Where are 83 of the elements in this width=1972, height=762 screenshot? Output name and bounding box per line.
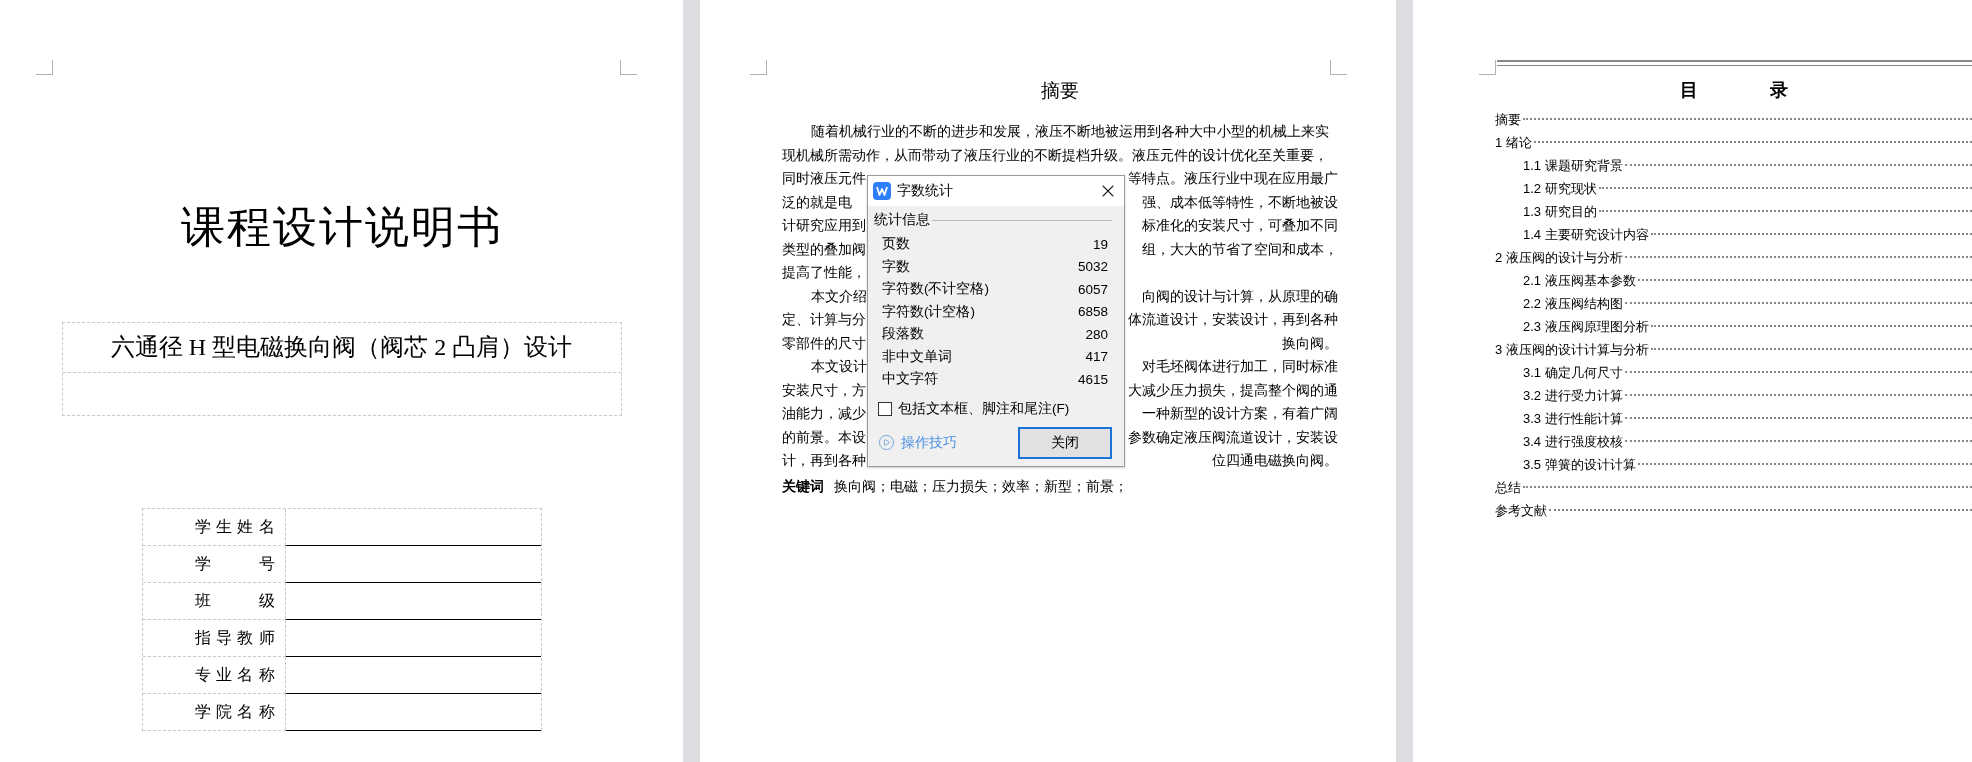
corner-mark: [1330, 60, 1347, 75]
stat-label: 字数: [882, 257, 910, 276]
table-cell: 六通径 H 型电磁换向阀（阀芯 2 凸肩）设计: [62, 323, 621, 373]
toc-entry[interactable]: 1.3 研究目的: [1523, 200, 1597, 223]
play-icon: [878, 434, 895, 451]
field-label: 专业名称: [194, 664, 275, 685]
paragraph-text: 现机械所需动作，从而带动了液压行业的不断提档升级。液压元件的设计优化至关重要，: [782, 145, 1328, 165]
document-title: 课程设计说明书: [180, 201, 503, 253]
paragraph-text: 标准化的安装尺寸，可叠加不同: [1142, 216, 1338, 235]
paragraph-text: 类型的叠加阀: [782, 239, 866, 259]
corner-mark: [1479, 60, 1496, 75]
toc-entry[interactable]: 1.4 主要研究设计内容: [1523, 223, 1649, 246]
paragraph-text: 油能力，减少: [782, 404, 866, 423]
toc-entry[interactable]: 3.5 弹簧的设计计算: [1523, 453, 1636, 476]
paragraph-text: 随着机械行业的不断的进步和发展，液压不断地被运用到各种大中小型的机械上来实: [810, 122, 1329, 141]
paragraph-text: 大减少压力损失，提高整个阀的通: [1128, 380, 1338, 400]
stat-value: 6858: [1077, 304, 1108, 320]
field-label: 班级: [194, 590, 275, 611]
toc-entry[interactable]: 3.1 确定几何尺寸: [1523, 361, 1623, 384]
paragraph-text: 零部件的尺寸: [782, 333, 866, 353]
toc-entry[interactable]: 1.1 课题研究背景: [1523, 154, 1623, 177]
stat-label: 非中文单词: [882, 347, 952, 366]
toc-entry[interactable]: 3 液压阀的设计计算与分析: [1495, 338, 1649, 361]
corner-mark: [36, 60, 53, 75]
corner-mark: [750, 60, 767, 75]
toc-entry[interactable]: 2 液压阀的设计与分析: [1495, 246, 1623, 269]
field-label: 学院名称: [194, 701, 275, 722]
section-heading: 摘要: [1040, 79, 1080, 103]
close-button[interactable]: 关闭: [1018, 426, 1112, 459]
toc-entry[interactable]: 3.4 进行强度校核: [1523, 430, 1623, 453]
stat-label: 字符数(不计空格): [882, 280, 989, 299]
keywords-label: 关键词: [782, 476, 824, 496]
paragraph-text: 体流道设计，安装设计，再到各种: [1128, 310, 1338, 329]
stat-label: 页数: [882, 235, 910, 254]
checkbox-label: 包括文本框、脚注和尾注(F): [898, 399, 1070, 418]
stat-value: 5032: [1077, 259, 1108, 275]
toc-entry[interactable]: 总结: [1495, 476, 1521, 499]
toc-entry[interactable]: 参考文献: [1495, 499, 1547, 522]
checkbox[interactable]: [878, 401, 892, 416]
paragraph-text: 计，再到各种: [782, 451, 866, 470]
toc-entry[interactable]: 3.2 进行受力计算: [1523, 384, 1623, 407]
paragraph-text: 换向阀。: [1282, 333, 1338, 353]
toc-entry[interactable]: 1.2 研究现状: [1523, 177, 1597, 200]
paragraph-text: 本文介绍: [810, 286, 867, 306]
toc-entry[interactable]: 2.3 液压阀原理图分析: [1523, 315, 1649, 338]
paragraph-text: 同时液压元件: [782, 169, 866, 188]
stat-value: 6057: [1077, 281, 1108, 297]
keywords-text: 换向阀；电磁；压力损失；效率；新型；前景；: [834, 476, 1128, 496]
paragraph-text: 的前景。本设: [782, 427, 866, 447]
paragraph-text: 泛的就是电: [782, 192, 852, 212]
paragraph-text: 强、成本低等特性，不断地被设: [1142, 192, 1338, 212]
toc-entry[interactable]: 2.1 液压阀基本参数: [1523, 269, 1636, 292]
paragraph-text: 一种新型的设计方案，有着广阔: [1142, 404, 1338, 423]
paragraph-text: 位四通电磁换向阀。: [1212, 451, 1338, 470]
stat-value: 417: [1085, 349, 1108, 365]
toc-entry[interactable]: 1 绪论: [1495, 131, 1532, 154]
paragraph-text: 组，大大的节省了空间和成本，: [1142, 239, 1338, 259]
stat-label: 字符数(计空格): [882, 302, 975, 321]
paragraph-text: 本文设计: [810, 357, 867, 376]
paragraph-text: 向阀的设计与计算，从原理的确: [1142, 286, 1338, 306]
toc-entry[interactable]: 2.2 液压阀结构图: [1523, 292, 1623, 315]
field-label: 指导教师: [194, 627, 275, 648]
paragraph-text: 对毛坯阀体进行加工，同时标准: [1142, 357, 1338, 376]
app-logo-icon: [873, 182, 891, 200]
toc-title: 目录: [1679, 79, 1788, 102]
paragraph-text: 定、计算与分: [782, 310, 866, 329]
toc-entry[interactable]: 摘要: [1495, 108, 1521, 131]
toc-entry[interactable]: 3.3 进行性能计算: [1523, 407, 1623, 430]
field-label: 学生姓名: [194, 516, 275, 537]
dialog-title: 字数统计: [897, 182, 954, 200]
stat-value: 280: [1085, 326, 1108, 342]
stat-label: 段落数: [882, 325, 924, 344]
group-label: 统计信息: [874, 211, 930, 229]
stat-value: 19: [1092, 236, 1108, 252]
paragraph-text: 提高了性能，: [782, 263, 866, 282]
stat-value: 4615: [1077, 371, 1108, 387]
field-label: 学号: [194, 553, 275, 574]
corner-mark: [620, 60, 637, 75]
paragraph-text: 计研究应用到: [782, 216, 866, 235]
paragraph-text: 等特点。液压行业中现在应用最广: [1128, 169, 1338, 188]
paragraph-text: 安装尺寸，方: [782, 380, 866, 400]
paragraph-text: 参数确定液压阀流道设计，安装设: [1128, 427, 1338, 447]
stat-label: 中文字符: [882, 370, 938, 389]
